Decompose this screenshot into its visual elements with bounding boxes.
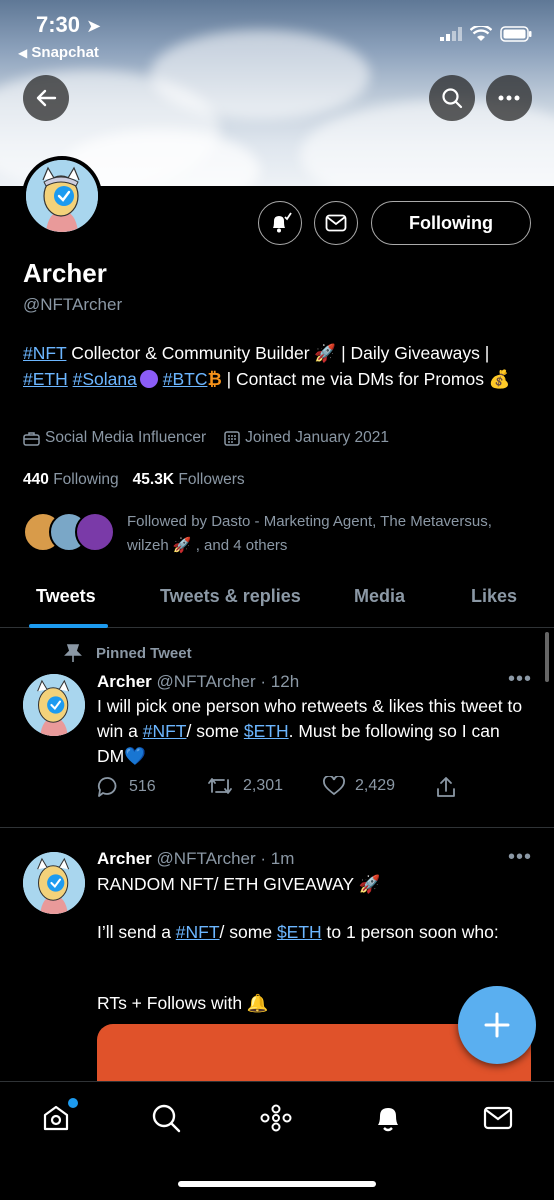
battery-icon: [500, 26, 532, 47]
ape-avatar-icon: [23, 674, 85, 736]
back-button[interactable]: [23, 75, 69, 121]
hashtag-link[interactable]: #Solana: [73, 369, 137, 389]
category-item: Social Media Influencer: [23, 429, 206, 447]
spaces-icon: [260, 1104, 292, 1132]
following-button[interactable]: Following: [371, 201, 531, 245]
ape-avatar-icon: [23, 852, 85, 914]
tweet-text-line: RANDOM NFT/ ETH GIVEAWAY 🚀: [97, 874, 381, 894]
profile-handle: @NFTArcher: [23, 295, 123, 314]
plus-icon: [484, 1012, 510, 1038]
message-button[interactable]: [314, 201, 358, 245]
scrollbar[interactable]: [545, 632, 549, 682]
search-icon: [442, 88, 463, 109]
signal-icon: [440, 27, 462, 46]
joined-item: Joined January 2021: [224, 429, 389, 447]
profile-bio: #NFT Collector & Community Builder 🚀 | D…: [23, 343, 511, 389]
hashtag-link[interactable]: #NFT: [143, 721, 187, 741]
followed-by-text[interactable]: Followed by Dasto - Marketing Agent, The…: [127, 510, 537, 558]
tab-media[interactable]: Media: [354, 586, 405, 607]
more-options-button[interactable]: [486, 75, 532, 121]
more-dots-icon: [498, 95, 520, 101]
tweet-divider: [0, 827, 554, 828]
pin-icon: [64, 644, 82, 662]
home-indicator[interactable]: [178, 1181, 376, 1187]
tweet-more-button[interactable]: •••: [508, 668, 532, 691]
back-triangle-icon: ◀: [18, 46, 28, 60]
following-count-link[interactable]: 440 Following: [23, 471, 119, 489]
bell-icon: [378, 1108, 398, 1132]
pinned-label: Pinned Tweet: [64, 643, 192, 663]
retweet-button[interactable]: 2,301: [207, 776, 283, 796]
tweet-text: I’ll send a #NFT/ some $ETH to 1 person …: [97, 922, 499, 942]
tweet-text: I will pick one person who retweets & li…: [97, 696, 523, 766]
tweet-actions: 516 2,301 2,429: [97, 776, 477, 804]
tweet-avatar[interactable]: [23, 674, 85, 736]
nav-spaces[interactable]: [258, 1100, 294, 1136]
notification-dot: [68, 1098, 78, 1108]
retweet-icon: [208, 778, 232, 794]
calendar-icon: [224, 431, 240, 446]
active-tab-indicator: [29, 624, 108, 628]
bitcoin-emoji-icon: ₿: [207, 369, 222, 389]
hashtag-link[interactable]: #ETH: [23, 369, 68, 389]
status-icons: [440, 24, 532, 47]
tab-tweets[interactable]: Tweets: [36, 586, 96, 607]
nav-home[interactable]: [38, 1098, 78, 1136]
nav-search[interactable]: [148, 1100, 184, 1136]
mail-icon: [483, 1106, 513, 1130]
wifi-icon: [469, 24, 493, 47]
avatar: [75, 512, 115, 552]
like-button[interactable]: 2,429: [323, 776, 395, 796]
nav-notifications[interactable]: [370, 1100, 406, 1136]
solana-emoji-icon: [139, 370, 158, 388]
arrow-left-icon: [36, 89, 57, 107]
tweet-more-button[interactable]: •••: [508, 846, 532, 869]
bell-check-icon: [273, 212, 292, 233]
tab-likes[interactable]: Likes: [471, 586, 517, 607]
tweet-avatar[interactable]: [23, 852, 85, 914]
share-button[interactable]: [436, 776, 456, 798]
home-icon: [43, 1105, 69, 1131]
back-to-app[interactable]: ◀ Snapchat: [18, 44, 99, 61]
profile-avatar[interactable]: [22, 156, 102, 236]
cashtag-link[interactable]: $ETH: [277, 922, 322, 942]
briefcase-icon: [23, 431, 40, 446]
notifications-toggle-button[interactable]: [258, 201, 302, 245]
hashtag-link[interactable]: #BTC: [163, 369, 208, 389]
profile-tabs: Tweets Tweets & replies Media Likes: [0, 574, 554, 628]
hashtag-link[interactable]: #NFT: [176, 922, 220, 942]
follow-counts: 440 Following 45.3K Followers: [23, 471, 245, 489]
reply-icon: [97, 777, 117, 797]
followers-count-link[interactable]: 45.3K Followers: [133, 471, 245, 489]
status-time: 7:30 ➤: [36, 12, 102, 37]
tweet-header: Archer @NFTArcher · 12h: [97, 672, 300, 691]
ape-avatar-icon: [26, 160, 98, 232]
followed-by-avatars[interactable]: [23, 512, 115, 552]
hashtag-link[interactable]: #NFT: [23, 343, 66, 363]
profile-meta: Social Media Influencer Joined January 2…: [23, 429, 389, 447]
tab-tweets-replies[interactable]: Tweets & replies: [160, 586, 301, 607]
search-icon: [152, 1104, 181, 1133]
mail-icon: [325, 214, 347, 232]
search-button[interactable]: [429, 75, 475, 121]
tweet-header: Archer @NFTArcher · 1m: [97, 849, 295, 868]
compose-tweet-button[interactable]: [458, 986, 536, 1064]
nav-messages[interactable]: [480, 1100, 516, 1136]
cashtag-link[interactable]: $ETH: [244, 721, 289, 741]
share-icon: [437, 777, 455, 797]
location-arrow-icon: ➤: [86, 16, 102, 36]
profile-name: Archer: [23, 258, 107, 288]
heart-icon: [323, 776, 345, 796]
reply-button[interactable]: 516: [97, 776, 156, 798]
